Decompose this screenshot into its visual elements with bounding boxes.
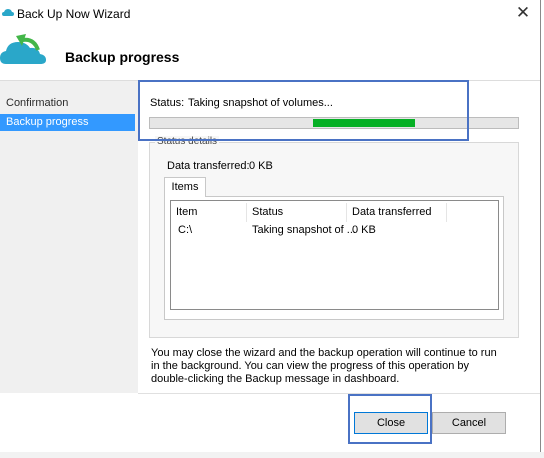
- status-highlight-box: [138, 80, 469, 141]
- row-item-cell[interactable]: C:\: [173, 222, 192, 238]
- items-list[interactable]: Item Status Data transferred C:\ Taking …: [170, 200, 499, 310]
- wizard-header: Backup progress: [0, 28, 540, 80]
- data-transferred-value: 0 KB: [249, 160, 273, 172]
- window-title: Back Up Now Wizard: [17, 7, 131, 21]
- close-highlight-box: [348, 394, 432, 444]
- title-bar: Back Up Now Wizard ✕: [0, 0, 540, 28]
- column-header-status[interactable]: Status: [247, 203, 347, 222]
- row-data-cell[interactable]: 0 KB: [347, 222, 376, 238]
- data-transferred-label: Data transferred:: [167, 160, 250, 172]
- row-status-cell[interactable]: Taking snapshot of ...: [247, 222, 356, 238]
- column-header-data-transferred[interactable]: Data transferred: [347, 203, 447, 222]
- bottom-strip: [0, 452, 544, 458]
- nav-item-backup-progress[interactable]: Backup progress: [0, 114, 135, 131]
- wizard-window: Back Up Now Wizard ✕ Backup progress Con…: [0, 0, 541, 453]
- info-message: You may close the wizard and the backup …: [151, 347, 497, 385]
- cloud-backup-icon: [0, 34, 48, 70]
- window-close-icon[interactable]: ✕: [512, 3, 534, 23]
- footer-divider: [138, 393, 540, 394]
- tab-items[interactable]: Items: [164, 177, 206, 197]
- column-header-item[interactable]: Item: [171, 203, 247, 222]
- backup-app-icon: [2, 7, 14, 17]
- wizard-nav: Confirmation Backup progress: [0, 81, 138, 393]
- cancel-button[interactable]: Cancel: [432, 412, 506, 434]
- nav-item-confirmation[interactable]: Confirmation: [0, 95, 135, 112]
- page-title: Backup progress: [65, 49, 180, 65]
